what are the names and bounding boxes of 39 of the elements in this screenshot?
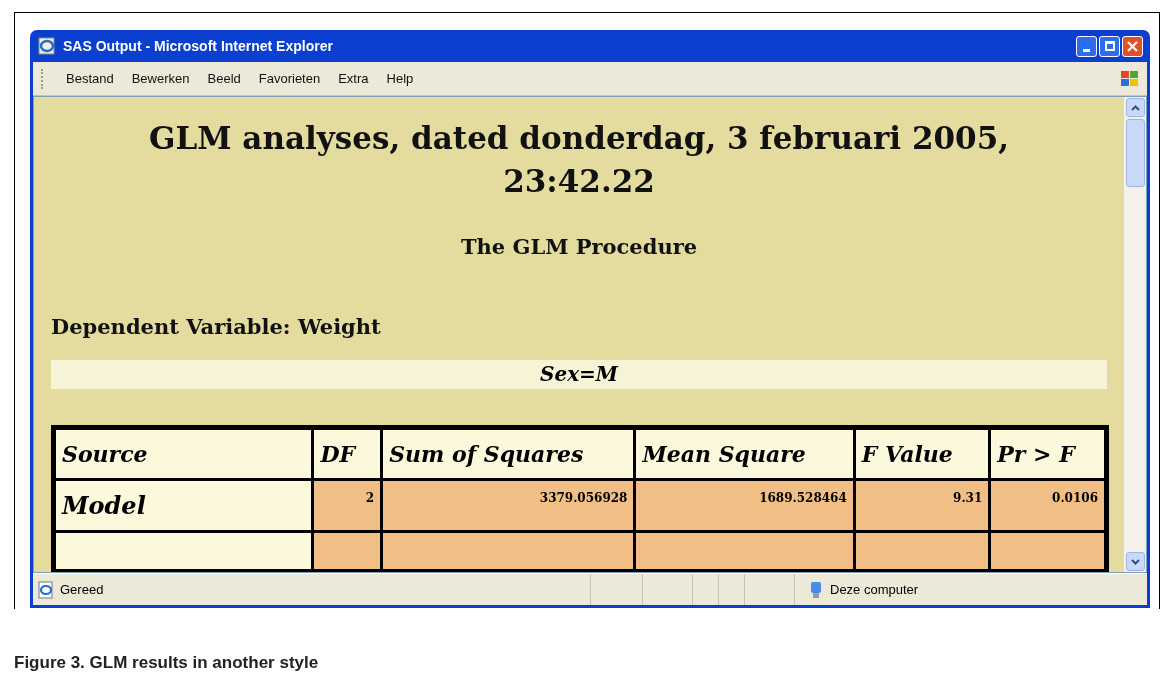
caret-down-icon <box>1130 558 1140 565</box>
table-cell: 1689.528464 <box>634 479 855 532</box>
by-group-banner: Sex=M <box>51 360 1107 389</box>
menu-item[interactable]: Bewerken <box>125 66 196 91</box>
maximize-button[interactable] <box>1099 35 1120 57</box>
row-header: Model <box>53 479 313 532</box>
table-cell: 2 <box>313 479 382 532</box>
table-cell: 3379.056928 <box>381 479 635 532</box>
windows-logo-icon <box>1119 68 1141 89</box>
page-icon <box>37 580 55 599</box>
column-header: DF <box>313 427 382 480</box>
scroll-down-button[interactable] <box>1125 552 1145 571</box>
column-header: F Value <box>854 427 990 480</box>
computer-icon <box>808 580 824 599</box>
scroll-thumb[interactable] <box>1125 119 1145 187</box>
menu-item[interactable]: Favorieten <box>252 66 327 91</box>
close-icon <box>1127 40 1138 52</box>
caret-up-icon <box>1130 104 1140 111</box>
dependent-variable-heading: Dependent Variable: Weight <box>51 312 382 341</box>
status-text: Gereed <box>60 580 105 599</box>
menu-item[interactable]: Extra <box>332 66 375 91</box>
procedure-heading: The GLM Procedure <box>459 233 699 261</box>
column-header: Mean Square <box>634 427 855 480</box>
figure-caption: Figure 3. GLM results in another style <box>14 652 319 674</box>
page-heading: GLM analyses, dated donderdag, 3 februari 2005, 23:42.22 <box>147 119 1010 201</box>
minimize-button[interactable] <box>1076 35 1097 57</box>
menu-item[interactable]: Help <box>380 66 420 91</box>
close-button[interactable] <box>1122 35 1143 57</box>
browser-logo-icon <box>37 36 57 56</box>
menu-item[interactable]: Beeld <box>201 66 247 91</box>
scroll-up-button[interactable] <box>1125 98 1145 117</box>
column-header: Pr > F <box>989 427 1107 480</box>
menu-item[interactable]: Bestand <box>60 66 120 91</box>
column-header: Source <box>53 427 313 480</box>
table-cell: 9.31 <box>854 479 990 532</box>
window-title: SAS Output - Microsoft Internet Explorer <box>63 36 334 56</box>
security-zone-text: Deze computer <box>830 580 919 599</box>
column-header: Sum of Squares <box>381 427 635 480</box>
table-cell: 0.0106 <box>989 479 1107 532</box>
